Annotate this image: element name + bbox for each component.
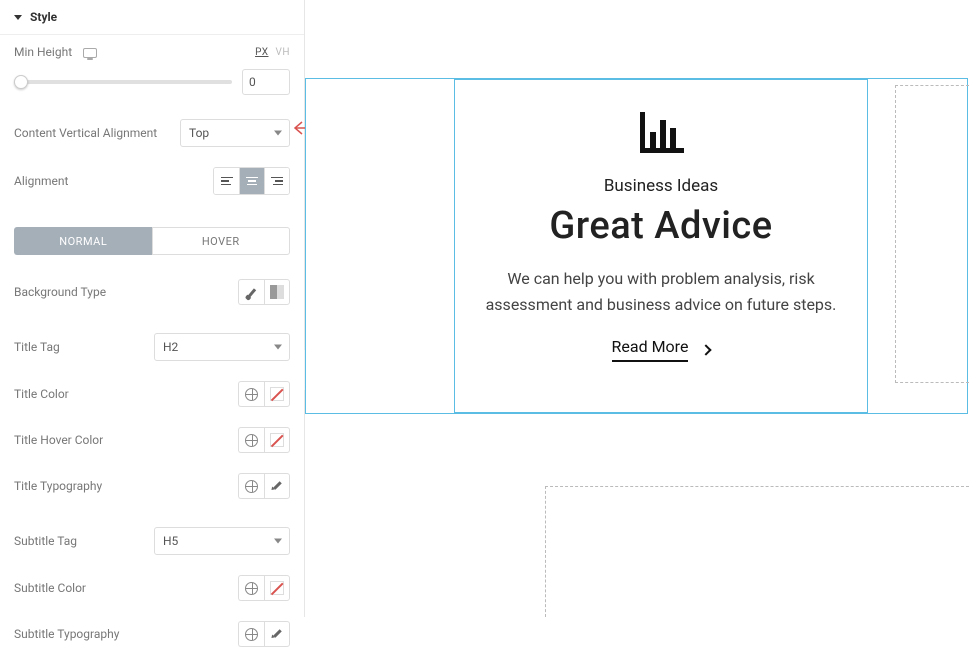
- row-min-height: Min Height PX VH: [0, 35, 304, 69]
- card-subtitle: Business Ideas: [604, 176, 718, 196]
- card-description: We can help you with problem analysis, r…: [483, 266, 839, 317]
- row-title-color: Title Color: [0, 371, 304, 417]
- title-typo-global-button[interactable]: [238, 473, 264, 499]
- bg-type-label: Background Type: [14, 285, 106, 299]
- title-color-label: Title Color: [14, 387, 69, 401]
- section-header-style[interactable]: Style: [0, 0, 304, 35]
- min-height-label: Min Height: [14, 45, 97, 59]
- row-bg-type: Background Type: [0, 269, 304, 315]
- min-height-slider[interactable]: [14, 80, 232, 84]
- tab-normal[interactable]: NORMAL: [14, 227, 152, 255]
- brush-icon: [247, 288, 256, 298]
- bar-chart-icon: [636, 110, 686, 160]
- card-title: Great Advice: [549, 204, 772, 248]
- caret-down-icon: [14, 15, 22, 20]
- pencil-icon: [271, 480, 283, 492]
- alignment-group: [213, 167, 290, 195]
- row-title-tag: Title Tag H2: [0, 323, 304, 371]
- section-title: Style: [30, 10, 57, 24]
- subtitle-typo-edit-button[interactable]: [264, 621, 290, 647]
- align-left-button[interactable]: [214, 168, 239, 194]
- row-title-hover-color: Title Hover Color: [0, 417, 304, 463]
- align-right-button[interactable]: [264, 168, 289, 194]
- title-tag-select[interactable]: H2: [154, 333, 290, 361]
- title-color-global-button[interactable]: [238, 381, 264, 407]
- cva-select[interactable]: Top: [180, 119, 290, 147]
- unit-px[interactable]: PX: [255, 47, 268, 58]
- chevron-right-icon: [701, 344, 712, 355]
- subtitle-color-label: Subtitle Color: [14, 581, 86, 595]
- desktop-icon[interactable]: [83, 48, 97, 58]
- row-title-typo: Title Typography: [0, 463, 304, 509]
- globe-icon: [245, 582, 258, 595]
- subtitle-color-global-button[interactable]: [238, 575, 264, 601]
- title-typo-label: Title Typography: [14, 479, 102, 493]
- title-hover-color-label: Title Hover Color: [14, 433, 103, 447]
- read-more-text: Read More: [612, 337, 689, 362]
- gradient-icon: [270, 285, 284, 299]
- min-height-slider-row: [0, 69, 304, 109]
- align-center-button[interactable]: [239, 168, 264, 194]
- editor-canvas[interactable]: Business Ideas Great Advice We can help …: [305, 0, 969, 617]
- state-tabs: NORMAL HOVER: [0, 213, 304, 269]
- row-subtitle-tag: Subtitle Tag H5: [0, 517, 304, 565]
- title-hover-picker-button[interactable]: [264, 427, 290, 453]
- globe-icon: [245, 388, 258, 401]
- empty-column-right[interactable]: [895, 85, 969, 383]
- subtitle-color-picker-button[interactable]: [264, 575, 290, 601]
- title-tag-label: Title Tag: [14, 340, 60, 354]
- read-more-link[interactable]: Read More: [612, 337, 711, 362]
- cva-label: Content Vertical Alignment: [14, 126, 157, 140]
- subtitle-typo-global-button[interactable]: [238, 621, 264, 647]
- bg-gradient-button[interactable]: [264, 279, 290, 305]
- globe-icon: [245, 434, 258, 447]
- tab-hover[interactable]: HOVER: [152, 227, 291, 255]
- unit-vh[interactable]: VH: [275, 47, 290, 58]
- row-alignment: Alignment: [0, 157, 304, 205]
- title-color-picker-button[interactable]: [264, 381, 290, 407]
- row-subtitle-color: Subtitle Color: [0, 565, 304, 611]
- row-cva: Content Vertical Alignment Top: [0, 109, 304, 157]
- no-color-icon: [270, 433, 284, 447]
- title-hover-global-button[interactable]: [238, 427, 264, 453]
- style-panel: Style Min Height PX VH Content Vertical …: [0, 0, 305, 617]
- title-typo-edit-button[interactable]: [264, 473, 290, 499]
- section-selection-outline[interactable]: Business Ideas Great Advice We can help …: [305, 78, 968, 414]
- pencil-icon: [271, 628, 283, 640]
- subtitle-typo-label: Subtitle Typography: [14, 627, 119, 641]
- widget-card[interactable]: Business Ideas Great Advice We can help …: [454, 79, 868, 413]
- bg-type-group: [238, 279, 290, 305]
- subtitle-tag-select[interactable]: H5: [154, 527, 290, 555]
- row-subtitle-typo: Subtitle Typography: [0, 611, 304, 657]
- no-color-icon: [270, 581, 284, 595]
- alignment-label: Alignment: [14, 174, 68, 188]
- globe-icon: [245, 480, 258, 493]
- empty-section-bottom[interactable]: [545, 486, 969, 617]
- min-height-input[interactable]: [242, 69, 290, 95]
- unit-toggle: PX VH: [251, 47, 290, 58]
- subtitle-tag-label: Subtitle Tag: [14, 534, 77, 548]
- no-color-icon: [270, 387, 284, 401]
- globe-icon: [245, 628, 258, 641]
- bg-classic-button[interactable]: [238, 279, 264, 305]
